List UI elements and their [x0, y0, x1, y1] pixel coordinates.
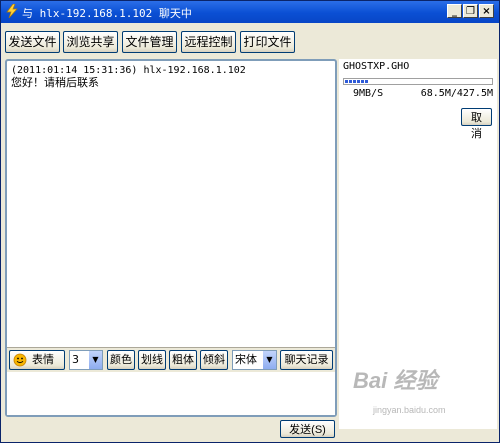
- restore-button[interactable]: ❐: [463, 4, 478, 18]
- italic-button[interactable]: 倾斜: [200, 350, 228, 370]
- transfer-speed: 9MB/S: [353, 88, 384, 99]
- transfer-size: 68.5M/427.5M: [420, 88, 493, 99]
- lightning-icon: [6, 4, 18, 18]
- chat-panel: (2011:01:14 15:31:36) hlx-192.168.1.102 …: [5, 59, 337, 417]
- transfer-progress-bar: [343, 78, 493, 85]
- emoji-button[interactable]: 表情: [9, 350, 65, 370]
- minimize-button[interactable]: _: [447, 4, 462, 18]
- underline-button[interactable]: 划线: [138, 350, 166, 370]
- smiley-icon: [13, 353, 27, 367]
- print-file-button[interactable]: 打印文件: [240, 31, 295, 53]
- chat-window: 与 hlx-192.168.1.102 聊天中 _ ❐ × 发送文件 浏览共享 …: [0, 0, 500, 443]
- font-size-value: 3: [72, 353, 79, 366]
- bold-button[interactable]: 粗体: [169, 350, 197, 370]
- chat-history-button[interactable]: 聊天记录: [280, 350, 333, 370]
- transfer-filename: GHOSTXP.GHO: [343, 61, 410, 72]
- watermark-url: jingyan.baidu.com: [373, 405, 446, 415]
- file-manager-button[interactable]: 文件管理: [122, 31, 177, 53]
- window-title: 与 hlx-192.168.1.102 聊天中: [22, 7, 192, 20]
- send-button[interactable]: 发送(S): [280, 420, 335, 438]
- emoji-label: 表情: [32, 353, 54, 366]
- watermark: Bai 经验 jingyan.baidu.com: [353, 363, 473, 423]
- send-file-button[interactable]: 发送文件: [5, 31, 60, 53]
- chevron-down-icon: ▼: [89, 351, 102, 369]
- chevron-down-icon: ▼: [263, 351, 276, 369]
- toolbar: 发送文件 浏览共享 文件管理 远程控制 打印文件: [1, 23, 499, 59]
- font-name-select[interactable]: 宋体 ▼: [232, 350, 277, 370]
- title-bar[interactable]: 与 hlx-192.168.1.102 聊天中 _ ❐ ×: [1, 1, 499, 23]
- progress-fill: [345, 80, 368, 83]
- chat-log[interactable]: (2011:01:14 15:31:36) hlx-192.168.1.102 …: [9, 63, 333, 347]
- message-input[interactable]: [7, 372, 335, 415]
- close-button[interactable]: ×: [479, 4, 494, 18]
- remote-control-button[interactable]: 远程控制: [181, 31, 236, 53]
- format-toolbar: 表情 3 ▼ 颜色 划线 粗体 倾斜 宋体 ▼ 聊天记录: [7, 347, 335, 372]
- browse-share-button[interactable]: 浏览共享: [63, 31, 118, 53]
- font-name-value: 宋体: [235, 353, 257, 366]
- font-size-select[interactable]: 3 ▼: [69, 350, 103, 370]
- message-text: 您好！请稍后联系: [11, 76, 99, 89]
- color-button[interactable]: 颜色: [107, 350, 135, 370]
- cancel-button[interactable]: 取消: [461, 108, 492, 140]
- watermark-logo: Bai 经验: [353, 368, 438, 393]
